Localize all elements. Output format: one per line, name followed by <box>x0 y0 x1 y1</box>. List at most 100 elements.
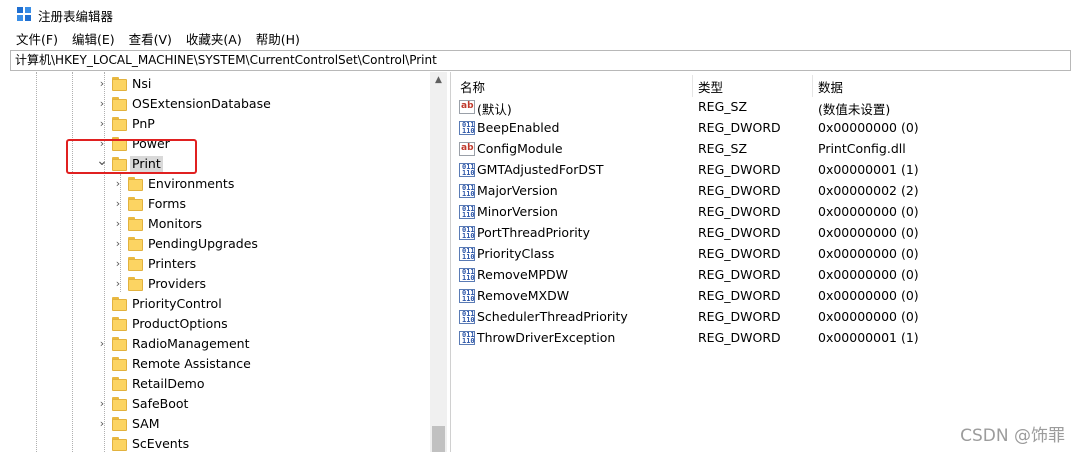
tree-node-monitors[interactable]: › Monitors <box>10 214 430 234</box>
folder-body <box>128 199 143 211</box>
watermark: CSDN @饰罪 <box>960 426 1065 446</box>
value-row[interactable]: 011 110 SchedulerThreadPriority REG_DWORD 0… <box>452 307 1071 328</box>
chevron-right-icon[interactable]: › <box>112 214 124 234</box>
value-name: SchedulerThreadPriority <box>477 309 628 324</box>
tree-node-environments[interactable]: › Environments <box>10 174 430 194</box>
scroll-thumb[interactable] <box>432 426 445 452</box>
chevron-right-icon[interactable]: › <box>112 234 124 254</box>
regedit-icon <box>17 7 31 21</box>
binary-value-icon: 011 110 <box>459 163 475 177</box>
binary-value-icon: 011 110 <box>459 268 475 282</box>
tree-node-pendingupgrades[interactable]: › PendingUpgrades <box>10 234 430 254</box>
folder-icon <box>112 317 127 331</box>
folder-body <box>112 439 127 451</box>
folder-icon <box>112 337 127 351</box>
value-row[interactable]: 011 110 RemoveMPDW REG_DWORD 0x00000000 (0) <box>452 265 1071 286</box>
column-header-name[interactable]: 名称 <box>460 77 485 96</box>
tree-node-forms[interactable]: › Forms <box>10 194 430 214</box>
value-row[interactable]: ab ConfigModule REG_SZ PrintConfig.dll <box>452 139 1071 160</box>
value-row[interactable]: 011 110 GMTAdjustedForDST REG_DWORD 0x00000… <box>452 160 1071 181</box>
address-bar[interactable]: 计算机\HKEY_LOCAL_MACHINE\SYSTEM\CurrentCon… <box>10 50 1071 71</box>
chevron-right-icon[interactable]: › <box>112 174 124 194</box>
folder-icon <box>112 77 127 91</box>
tree-node-label: ScEvents <box>132 436 190 451</box>
scroll-up-arrow-icon[interactable]: ▲ <box>430 72 447 89</box>
value-row[interactable]: 011 110 RemoveMXDW REG_DWORD 0x00000000 (0) <box>452 286 1071 307</box>
annotation-highlight-box <box>66 139 197 174</box>
tree-node-productoptions[interactable]: ProductOptions <box>10 314 430 334</box>
value-name: BeepEnabled <box>477 120 560 135</box>
chevron-right-icon[interactable]: › <box>96 94 108 114</box>
tree-node-remote-assistance[interactable]: Remote Assistance <box>10 354 430 374</box>
chevron-right-icon[interactable]: › <box>96 114 108 134</box>
tree-scrollbar[interactable]: ▲ <box>430 72 447 452</box>
menu-favorites[interactable]: 收藏夹(A) <box>186 29 242 48</box>
value-data: 0x00000001 (1) <box>818 162 919 177</box>
value-data: 0x00000000 (0) <box>818 120 919 135</box>
folder-icon <box>128 217 143 231</box>
tree-node-safeboot[interactable]: › SafeBoot <box>10 394 430 414</box>
column-header-data[interactable]: 数据 <box>818 77 843 96</box>
folder-body <box>112 379 127 391</box>
tree-node-label: Monitors <box>148 216 203 231</box>
value-row[interactable]: 011 110 ThrowDriverException REG_DWORD 0x00… <box>452 328 1071 349</box>
column-header-type[interactable]: 类型 <box>698 77 723 96</box>
chevron-right-icon[interactable]: › <box>112 194 124 214</box>
menu-bar: 文件(F) 编辑(E) 查看(V) 收藏夹(A) 帮助(H) <box>0 28 1071 49</box>
tree-node-prioritycontrol[interactable]: PriorityControl <box>10 294 430 314</box>
value-row[interactable]: ab (默认) REG_SZ (数值未设置) <box>452 97 1071 118</box>
tree-node-retaildemo[interactable]: RetailDemo <box>10 374 430 394</box>
folder-body <box>128 179 143 191</box>
tree-node-sam[interactable]: › SAM <box>10 414 430 434</box>
value-row[interactable]: 011 110 MinorVersion REG_DWORD 0x00000000 (… <box>452 202 1071 223</box>
tree-node-radiomanagement[interactable]: › RadioManagement <box>10 334 430 354</box>
value-data: PrintConfig.dll <box>818 141 906 156</box>
tree-node-nsi[interactable]: › Nsi <box>10 74 430 94</box>
value-data: 0x00000000 (0) <box>818 288 919 303</box>
binary-value-icon: 011 110 <box>459 226 475 240</box>
value-type: REG_SZ <box>698 99 748 114</box>
value-name: MinorVersion <box>477 204 558 219</box>
column-divider[interactable] <box>692 75 693 97</box>
value-row[interactable]: 011 110 MajorVersion REG_DWORD 0x00000002 (… <box>452 181 1071 202</box>
chevron-right-icon[interactable]: › <box>96 334 108 354</box>
key-tree-pane[interactable]: › Nsi › OSExtensionDatabase › PnP › Power ⌄ Print… <box>10 72 451 452</box>
tree-node-osextensiondatabase[interactable]: › OSExtensionDatabase <box>10 94 430 114</box>
tree-node-scevents[interactable]: ScEvents <box>10 434 430 452</box>
value-type: REG_DWORD <box>698 330 781 345</box>
tree-node-providers[interactable]: › Providers <box>10 274 430 294</box>
tree-node-printers[interactable]: › Printers <box>10 254 430 274</box>
column-divider[interactable] <box>812 75 813 97</box>
binary-value-icon: 011 110 <box>459 289 475 303</box>
menu-edit[interactable]: 编辑(E) <box>72 29 115 48</box>
chevron-right-icon[interactable]: › <box>96 394 108 414</box>
tree-node-label: OSExtensionDatabase <box>132 96 271 111</box>
value-data: 0x00000002 (2) <box>818 183 919 198</box>
values-pane[interactable]: 名称 类型 数据 ab (默认) REG_SZ (数值未设置) 011 110 BeepE… <box>452 72 1071 452</box>
value-type: REG_DWORD <box>698 246 781 261</box>
menu-file[interactable]: 文件(F) <box>16 29 58 48</box>
tree-node-label: Printers <box>148 256 197 271</box>
chevron-right-icon[interactable]: › <box>96 414 108 434</box>
value-row[interactable]: 011 110 PriorityClass REG_DWORD 0x00000000 … <box>452 244 1071 265</box>
tree-node-pnp[interactable]: › PnP <box>10 114 430 134</box>
chevron-right-icon[interactable]: › <box>112 274 124 294</box>
value-name: MajorVersion <box>477 183 558 198</box>
value-type: REG_DWORD <box>698 225 781 240</box>
folder-icon <box>112 297 127 311</box>
value-data: 0x00000000 (0) <box>818 246 919 261</box>
tree-node-label: PendingUpgrades <box>148 236 258 251</box>
title-bar: 注册表编辑器 <box>0 0 1071 28</box>
value-type: REG_DWORD <box>698 309 781 324</box>
chevron-right-icon[interactable]: › <box>112 254 124 274</box>
value-row[interactable]: 011 110 BeepEnabled REG_DWORD 0x00000000 (0… <box>452 118 1071 139</box>
menu-view[interactable]: 查看(V) <box>129 29 172 48</box>
value-name: RemoveMPDW <box>477 267 569 282</box>
values-header: 名称 类型 数据 <box>452 75 1071 97</box>
value-type: REG_DWORD <box>698 162 781 177</box>
chevron-right-icon[interactable]: › <box>96 74 108 94</box>
value-row[interactable]: 011 110 PortThreadPriority REG_DWORD 0x0000… <box>452 223 1071 244</box>
folder-icon <box>112 377 127 391</box>
menu-help[interactable]: 帮助(H) <box>256 29 300 48</box>
folder-icon <box>128 197 143 211</box>
